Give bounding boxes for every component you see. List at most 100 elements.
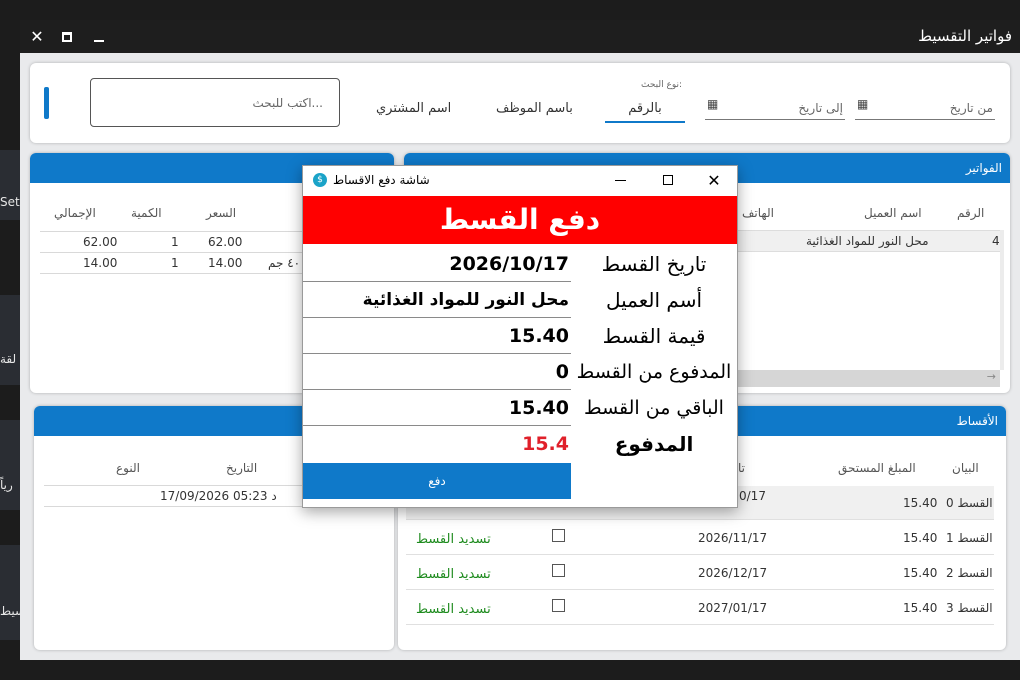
mode-number-tab[interactable]: بالرقم [605,93,685,123]
item-qty: 1 [171,235,179,249]
desktop-strip [0,150,20,220]
vertical-scrollbar[interactable] [1000,230,1004,370]
search-type-label: نوع البحث: [641,80,683,90]
installment-amount: 15.40 [903,531,938,545]
item-price: 14.00 [208,256,243,270]
calendar-icon[interactable]: ▦ [707,97,718,111]
remaining-label: الباقي من القسط [584,397,724,419]
window-title: فواتير التقسيط [918,27,1012,45]
installment-label: القسط 0 [946,496,993,510]
desktop-strip [0,295,20,385]
desktop-fragment: رياً [0,478,13,492]
mode-buyer[interactable]: اسم المشتري [376,101,451,116]
field-paid: 15.4 المدفوع [303,426,737,462]
col-number: الرقم [957,206,985,220]
installment-date-label: تاريخ القسط [601,252,707,276]
maximize-icon [663,175,673,185]
paid-input[interactable]: 15.4 [303,426,571,462]
to-date-placeholder: إلى تاريخ [798,101,843,115]
installments-title: الأقساط [956,414,998,428]
mode-employee[interactable]: باسم الموظف [496,101,573,116]
item-total: 14.00 [83,256,118,270]
dialog-title: شاشة دفع الاقساط [333,173,430,187]
to-date-field[interactable]: ▦ إلى تاريخ [705,93,845,120]
item-price: 62.00 [208,235,243,249]
table-row[interactable]: القسط 3 15.40 2027/01/17 تسديد القسط [406,591,994,625]
col-payment-type: النوع [116,461,140,475]
installment-date: 2027/01/17 [698,601,768,615]
item-name: ٤٠٠ جم [268,256,307,270]
installment-date: 2026/11/17 [698,531,768,545]
maximize-icon [62,32,72,42]
col-customer: اسم العميل [864,206,922,220]
field-installment-date: 2026/10/17 تاريخ القسط [303,246,737,282]
pay-installment-link[interactable]: تسديد القسط [416,602,491,617]
field-installment-amount: 15.40 قيمة القسط [303,318,737,354]
pay-installment-link[interactable]: تسديد القسط [416,567,491,582]
app-icon: $ [313,173,327,187]
customer-name-value: محل النور للمواد الغذائية [303,282,571,318]
pay-installment-link[interactable]: تسديد القسط [416,532,491,547]
dialog-minimize-button[interactable] [611,172,631,190]
minimize-button[interactable] [86,24,112,50]
calendar-icon[interactable]: ▦ [857,97,868,111]
search-placeholder: اكتب للبحث... [252,96,324,110]
mode-number: بالرقم [628,101,662,116]
col-date: تا [738,461,745,475]
close-button[interactable]: ✕ [24,24,50,50]
desktop-strip [0,420,20,510]
installment-label: القسط 2 [946,566,993,580]
field-customer-name: محل النور للمواد الغذائية أسم العميل [303,282,737,318]
maximize-button[interactable] [54,24,80,50]
col-statement: البيان [952,461,979,475]
paid-label: المدفوع [614,432,694,456]
col-phone: الهاتف [742,206,774,220]
invoices-title: الفواتير [965,161,1002,175]
table-row[interactable]: القسط 1 15.40 2026/11/17 تسديد القسط [406,521,994,555]
minimize-icon [615,180,626,181]
payment-date: 17/09/2026 05:23 د [160,489,277,503]
installment-date-value: 2026/10/17 [303,246,571,282]
table-row[interactable]: القسط 2 15.40 2026/12/17 تسديد القسط [406,556,994,590]
installment-checkbox[interactable] [552,529,565,542]
search-input[interactable]: اكتب للبحث... [90,78,340,127]
pay-button[interactable]: دفع [303,463,571,499]
field-paid-so-far: 0 المدفوع من القسط [303,354,737,390]
dialog-banner: دفع القسط [303,196,737,244]
invoice-number: 4 [992,234,1000,248]
installment-amount: 15.40 [903,566,938,580]
scroll-right-icon[interactable]: → [987,370,996,383]
paid-so-far-label: المدفوع من القسط [576,361,732,383]
dialog-titlebar: $ شاشة دفع الاقساط ✕ [303,166,737,196]
installment-label: القسط 1 [946,531,993,545]
installment-amount: 15.40 [903,601,938,615]
remaining-value: 15.40 [303,390,571,426]
invoice-customer: محل النور للمواد الغذائية [806,234,929,248]
item-total: 62.00 [83,235,118,249]
search-accent-bar [44,87,49,119]
installment-checkbox[interactable] [552,564,565,577]
col-price: السعر [206,206,237,220]
customer-name-label: أسم العميل [605,288,703,312]
desktop-strip [0,545,20,640]
col-qty: الكمية [131,206,162,220]
installment-amount: 15.40 [903,496,938,510]
installment-label: القسط 3 [946,601,993,615]
desktop-fragment: لقة [0,352,17,366]
dialog-maximize-button[interactable] [658,172,678,190]
col-payment-date: التاريخ [226,461,258,475]
dialog-close-button[interactable]: ✕ [703,170,725,192]
paid-so-far-value: 0 [303,354,571,390]
col-amount-due: المبلغ المستحق [838,461,916,475]
window-titlebar: ✕ فواتير التقسيط [20,20,1020,53]
payment-dialog: $ شاشة دفع الاقساط ✕ دفع القسط 2026/10/1… [302,165,738,508]
from-date-placeholder: من تاريخ [949,101,993,115]
col-total: الإجمالي [54,206,96,220]
search-panel: اكتب للبحث... اسم المشتري باسم الموظف نو… [30,63,1010,143]
installment-amount-label: قيمة القسط [602,324,706,348]
item-qty: 1 [171,256,179,270]
installment-amount-value: 15.40 [303,318,571,354]
installment-checkbox[interactable] [552,599,565,612]
from-date-field[interactable]: ▦ من تاريخ [855,93,995,120]
installment-date: 2026/12/17 [698,566,768,580]
